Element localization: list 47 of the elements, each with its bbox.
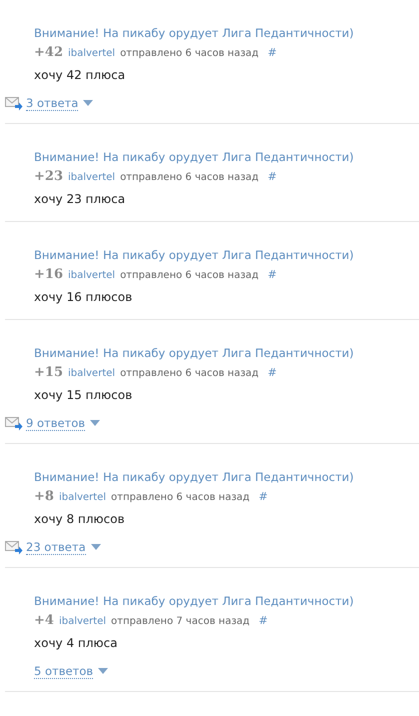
comment-permalink[interactable]: # <box>268 265 277 285</box>
caret-down-icon <box>90 420 100 426</box>
comment-text: хочу 4 плюса <box>34 635 118 652</box>
post-title-link[interactable]: Внимание! На пикабу орудует Лига Педантичности) <box>34 594 354 608</box>
comment-permalink[interactable]: # <box>268 43 277 63</box>
comment-time: отправлено 6 часов назад <box>120 171 259 185</box>
comment-rating: +16 <box>34 266 63 284</box>
caret-down-icon <box>83 100 94 106</box>
post-title-link[interactable]: Внимание! На пикабу орудует Лига Педантичности) <box>34 150 354 164</box>
replies-toggle[interactable]: 3 ответа <box>26 96 78 110</box>
comment-permalink[interactable]: # <box>258 611 268 631</box>
replies-toggle[interactable]: 23 ответа <box>26 540 86 554</box>
comment-text: хочу 23 плюса <box>34 191 126 208</box>
caret-down-icon <box>98 668 108 674</box>
author-link[interactable]: ibalvertel <box>68 44 116 64</box>
new-mail-icon <box>5 96 23 110</box>
caret-down-icon <box>90 544 101 550</box>
new-mail-icon <box>5 416 23 430</box>
comment-time: отправлено 6 часов назад <box>111 491 250 505</box>
comment-rating: +15 <box>34 364 63 382</box>
new-mail-icon <box>5 540 23 554</box>
comment-rating: +23 <box>34 168 63 186</box>
comment-permalink[interactable]: # <box>258 487 268 507</box>
replies-toggle[interactable]: 9 ответов <box>26 416 86 430</box>
comment-rating: +4 <box>34 612 54 630</box>
comment-text: хочу 15 плюсов <box>34 387 134 404</box>
comment-rating: +42 <box>34 44 63 62</box>
post-title-link[interactable]: Внимание! На пикабу орудует Лига Педантичности) <box>34 346 354 360</box>
comment-time: отправлено 6 часов назад <box>120 47 259 61</box>
author-link[interactable]: ibalvertel <box>58 612 106 632</box>
post-title-link[interactable]: Внимание! На пикабу орудует Лига Педантичности) <box>34 470 354 484</box>
comment-text: хочу 16 плюсов <box>34 289 134 306</box>
comment-permalink[interactable]: # <box>268 363 277 383</box>
post-title-link[interactable]: Внимание! На пикабу орудует Лига Педантичности) <box>34 26 354 40</box>
post-title-link[interactable]: Внимание! На пикабу орудует Лига Педантичности) <box>34 248 354 262</box>
comment-time: отправлено 6 часов назад <box>120 269 259 283</box>
author-link[interactable]: ibalvertel <box>68 364 116 384</box>
author-link[interactable]: ibalvertel <box>58 488 106 508</box>
author-link[interactable]: ibalvertel <box>68 266 116 286</box>
comment-text: хочу 42 плюса <box>34 67 126 84</box>
comment-rating: +8 <box>34 488 54 506</box>
comment-permalink[interactable]: # <box>268 167 277 187</box>
author-link[interactable]: ibalvertel <box>68 168 116 188</box>
comment-time: отправлено 7 часов назад <box>111 615 250 629</box>
comment-text: хочу 8 плюсов <box>34 511 126 528</box>
replies-toggle[interactable]: 5 ответов <box>34 664 94 678</box>
comment-time: отправлено 6 часов назад <box>120 367 259 381</box>
